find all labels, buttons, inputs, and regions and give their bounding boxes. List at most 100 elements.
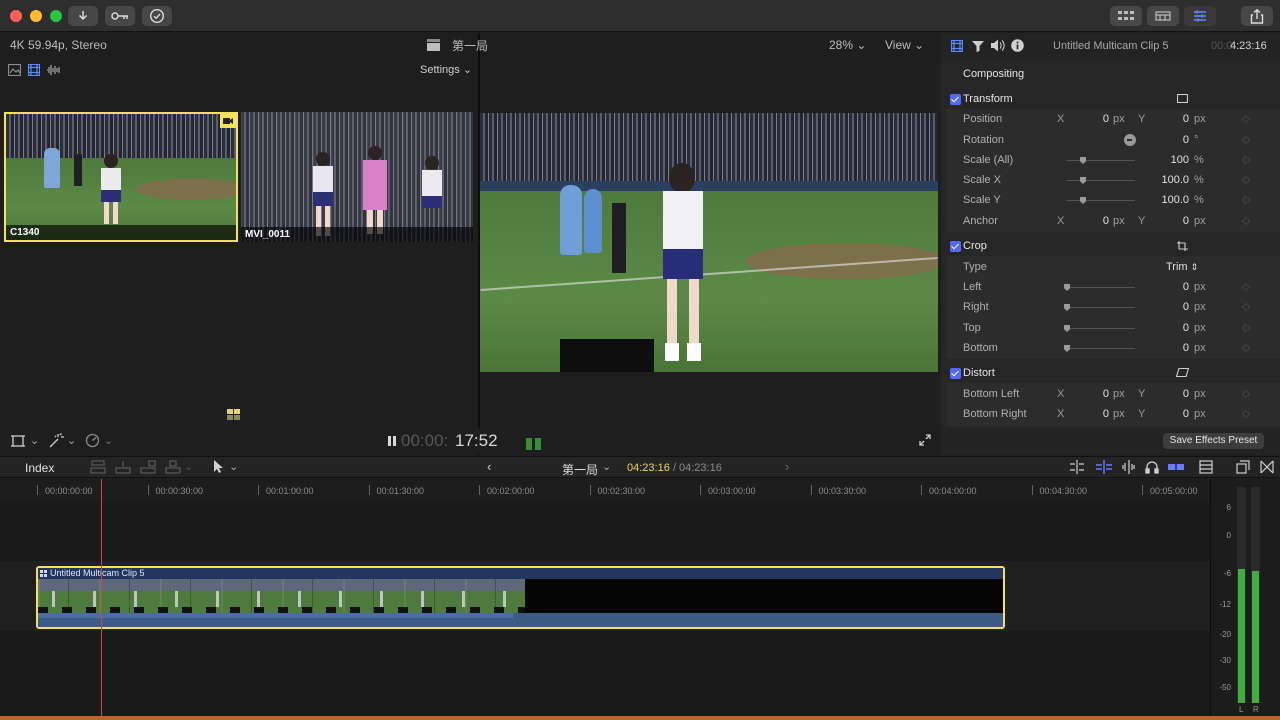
slider-knob[interactable] [1064, 325, 1070, 332]
position-x-value[interactable]: 0 [1081, 113, 1109, 125]
chevron-down-icon[interactable]: ⌄ [104, 434, 113, 447]
speed-gauge-icon[interactable] [85, 433, 100, 448]
keywords-button[interactable] [105, 6, 135, 26]
connect-clip-icon[interactable] [90, 460, 106, 474]
overwrite-clip-icon[interactable] [165, 460, 181, 474]
fullscreen-icon[interactable] [919, 434, 931, 446]
select-tool-icon[interactable] [213, 460, 225, 474]
scale-all-slider[interactable] [1067, 157, 1135, 164]
share-button[interactable] [1241, 6, 1273, 26]
clip-filmstrip-icon[interactable] [1199, 460, 1213, 474]
snapping-icon[interactable] [1167, 460, 1185, 474]
info-icon[interactable] [1011, 39, 1024, 52]
insert-clip-icon[interactable] [115, 460, 131, 474]
bottom-right-y-value[interactable]: 0 [1161, 408, 1189, 420]
position-y-value[interactable]: 0 [1161, 113, 1189, 125]
distort-header[interactable]: Distort [941, 363, 1280, 383]
crop-right-slider[interactable] [1064, 304, 1135, 311]
chevron-down-icon[interactable]: ⌄ [30, 434, 39, 447]
audio-waveform-icon[interactable] [46, 64, 62, 76]
zoom-menu[interactable]: 28% ⌄ [829, 38, 866, 52]
transform-tool-icon[interactable] [11, 434, 25, 448]
chevron-down-icon[interactable]: ⌄ [602, 460, 611, 473]
save-effects-preset-button[interactable]: Save Effects Preset [1163, 433, 1264, 449]
scale-all-value[interactable]: 100 [1161, 154, 1189, 166]
angle-c1340[interactable]: C1340 [4, 112, 238, 242]
transform-onscreen-icon[interactable] [1177, 94, 1188, 103]
slider-knob[interactable] [1080, 197, 1086, 204]
clip-appearance-icon[interactable] [1069, 460, 1085, 474]
inspector-toggle-button[interactable] [1184, 6, 1216, 26]
settings-menu[interactable]: Settings ⌄ [420, 63, 472, 76]
skimming-icon[interactable] [1095, 460, 1113, 474]
crop-type-select[interactable]: Trim ⇕ [1166, 261, 1198, 273]
slider-knob[interactable] [1064, 345, 1070, 352]
crop-header[interactable]: Crop [941, 236, 1280, 256]
rotation-dial[interactable] [1124, 134, 1136, 146]
import-button[interactable] [68, 6, 98, 26]
timeline-toggle-button[interactable] [1147, 6, 1179, 26]
scale-y-value[interactable]: 100.0 [1151, 194, 1189, 206]
headphones-icon[interactable] [1145, 460, 1159, 474]
chevron-down-icon[interactable]: ⌄ [67, 434, 76, 447]
distort-onscreen-icon[interactable] [1176, 368, 1189, 377]
browser-toggle-button[interactable] [1110, 6, 1142, 26]
distort-checkbox[interactable] [950, 367, 961, 379]
crop-bottom-value[interactable]: 0 [1161, 342, 1189, 354]
video-audio-angle-icon[interactable] [8, 64, 21, 76]
scale-x-slider[interactable] [1067, 177, 1135, 184]
angle-mvi-0011[interactable]: MVI_0011 [241, 112, 473, 242]
playhead-timecode[interactable]: 17:52 [455, 431, 498, 451]
video-angle-icon[interactable] [28, 64, 40, 76]
playhead[interactable] [101, 479, 102, 720]
crop-bottom-slider[interactable] [1064, 345, 1135, 352]
crop-top-slider[interactable] [1064, 325, 1135, 332]
transform-header[interactable]: Transform [941, 89, 1280, 109]
append-clip-icon[interactable] [140, 460, 156, 474]
slider-knob[interactable] [1080, 177, 1086, 184]
magic-wand-icon[interactable] [48, 433, 64, 448]
compositing-section[interactable]: Compositing [941, 64, 1280, 84]
scale-x-value[interactable]: 100.0 [1151, 174, 1189, 186]
timeline-ruler[interactable]: 00:00:00:00 00:00:30:00 00:01:00:00 00:01:3… [0, 479, 1210, 501]
viewer-canvas[interactable] [480, 113, 938, 372]
scale-y-slider[interactable] [1067, 197, 1135, 204]
crop-right-value[interactable]: 0 [1161, 301, 1189, 313]
view-menu[interactable]: View ⌄ [885, 38, 924, 52]
slider-knob[interactable] [1064, 284, 1070, 291]
bottom-left-y-value[interactable]: 0 [1161, 388, 1189, 400]
audio-skimming-icon[interactable] [1121, 460, 1137, 474]
chevron-down-icon[interactable]: ⌄ [229, 460, 238, 473]
transform-checkbox[interactable] [950, 93, 961, 105]
timeline-area[interactable]: Untitled Multicam Clip 5 [0, 479, 1210, 720]
crop-top-value[interactable]: 0 [1161, 322, 1189, 334]
crop-left-value[interactable]: 0 [1161, 281, 1189, 293]
background-tasks-button[interactable] [142, 6, 172, 26]
bottom-left-x-value[interactable]: 0 [1081, 388, 1109, 400]
project-name[interactable]: 第一局 [562, 461, 598, 478]
speaker-icon[interactable] [991, 39, 1005, 52]
transitions-browser-icon[interactable] [1260, 460, 1274, 474]
slider-knob[interactable] [1064, 304, 1070, 311]
filter-icon[interactable] [972, 40, 984, 52]
angle-bank-indicator[interactable] [227, 409, 241, 421]
crop-left-slider[interactable] [1064, 284, 1135, 291]
slider-knob[interactable] [1080, 157, 1086, 164]
chevron-down-icon[interactable]: ⌄ [184, 460, 193, 473]
close-window-button[interactable] [10, 10, 22, 22]
bottom-right-x-value[interactable]: 0 [1081, 408, 1109, 420]
rotation-value[interactable]: 0 [1161, 134, 1189, 146]
multicam-clip[interactable]: Untitled Multicam Clip 5 [36, 566, 1005, 629]
minimize-window-button[interactable] [30, 10, 42, 22]
anchor-x-value[interactable]: 0 [1081, 215, 1109, 227]
video-inspector-icon[interactable] [951, 40, 963, 52]
effects-browser-icon[interactable] [1236, 460, 1250, 474]
zoom-window-button[interactable] [50, 10, 62, 22]
forward-arrow-icon[interactable]: › [785, 459, 789, 474]
anchor-y-value[interactable]: 0 [1161, 215, 1189, 227]
crop-checkbox[interactable] [950, 240, 961, 252]
crop-onscreen-icon[interactable] [1177, 241, 1188, 251]
index-button[interactable]: Index [25, 461, 54, 475]
back-arrow-icon[interactable]: ‹ [487, 459, 491, 474]
pause-icon[interactable] [388, 436, 396, 446]
